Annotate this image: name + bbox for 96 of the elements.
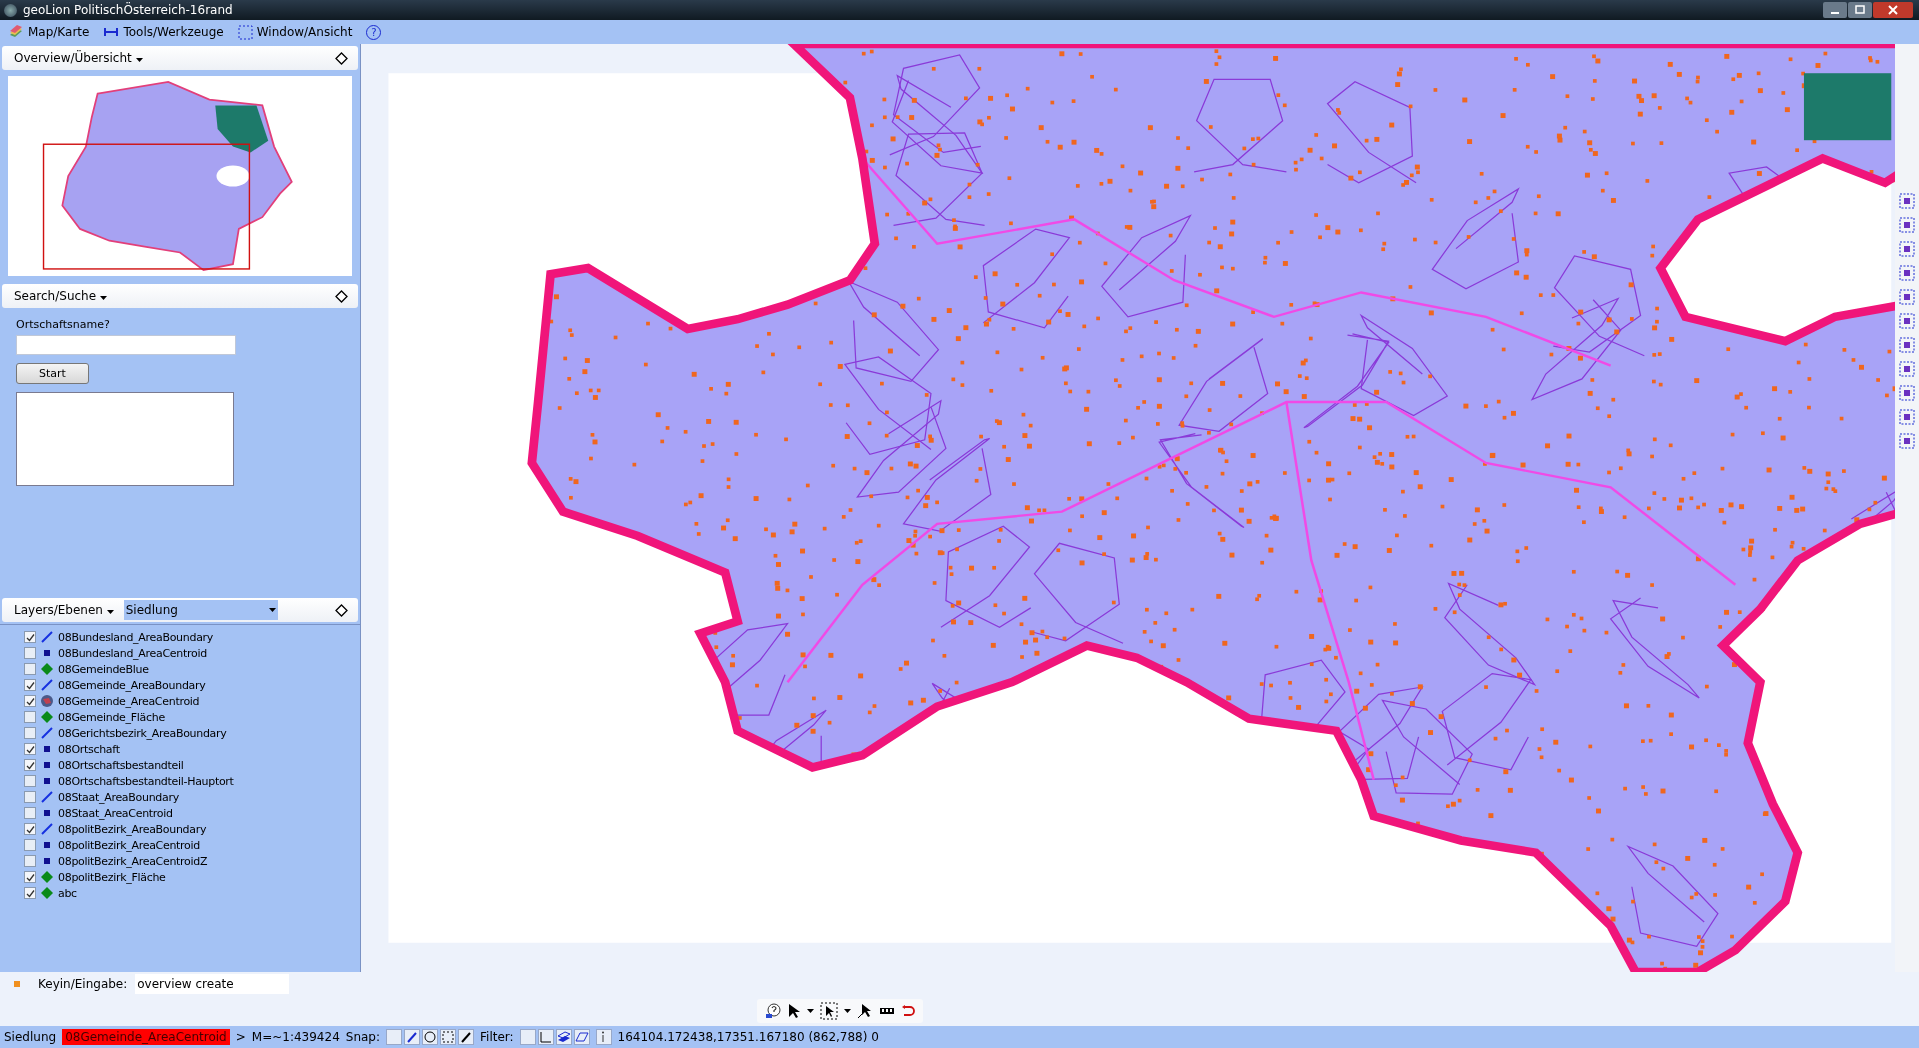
globe-icon (40, 694, 54, 708)
line-icon (40, 726, 54, 740)
pointer-pen-icon[interactable] (856, 1003, 873, 1019)
app-globe-icon (4, 3, 17, 17)
maximize-button[interactable] (1848, 2, 1872, 18)
layer-name[interactable]: abc (58, 886, 77, 900)
diamond-icon (40, 886, 54, 900)
keyin-input[interactable]: overview create (135, 974, 290, 994)
layers-dropdown[interactable]: Layers/Ebenen (14, 603, 114, 617)
layer-name[interactable]: 08politBezirk_AreaCentroid (58, 838, 200, 852)
checkbox[interactable] (24, 887, 36, 899)
coordinates-text: 164104.172438,17351.167180 (862,788) 0 (617, 1030, 879, 1044)
menu-item[interactable]: Tools/Werkzeuge (103, 25, 224, 39)
diamond-icon[interactable] (335, 289, 348, 303)
measure-line-icon (103, 27, 120, 37)
checkbox[interactable] (24, 791, 36, 803)
square-icon (14, 981, 20, 987)
field-label: Ortschaftsname? (16, 318, 110, 331)
layer-label: Siedlung (4, 1030, 57, 1044)
info-icon[interactable] (595, 1029, 612, 1045)
diamond-icon (40, 870, 54, 884)
stacked-layers-icon[interactable] (555, 1029, 572, 1045)
caret-icon[interactable] (806, 1009, 814, 1013)
diamond-icon[interactable] (335, 603, 348, 617)
layer-name[interactable]: 08Ortschaftsbestandteil (58, 758, 184, 772)
checkbox[interactable] (24, 631, 36, 643)
layer-name[interactable]: 08Bundesland_AreaCentroid (58, 646, 207, 660)
checkbox[interactable] (24, 871, 36, 883)
caret-icon[interactable] (268, 608, 276, 612)
results-list[interactable] (16, 392, 234, 486)
layer-name[interactable]: 08politBezirk_AreaCentroidZ (58, 854, 208, 868)
checkbox[interactable] (24, 807, 36, 819)
checkbox[interactable] (24, 743, 36, 755)
checkbox[interactable] (24, 711, 36, 723)
diamond-icon (40, 710, 54, 724)
checkbox[interactable] (24, 759, 36, 771)
checkbox[interactable] (24, 663, 36, 675)
layer-name[interactable]: 08Ortschaft (58, 742, 120, 756)
checkbox[interactable] (24, 855, 36, 867)
ruler-icon[interactable] (878, 1007, 895, 1015)
layer-name[interactable]: 08Staat_AreaBoundary (58, 790, 179, 804)
menu-item[interactable]: Window/Ansicht (237, 24, 353, 40)
caret-icon[interactable] (135, 58, 143, 62)
layer-name[interactable]: 08Gemeinde_AreaCentroid (58, 694, 200, 708)
expand-icon[interactable] (440, 1029, 456, 1045)
caret-icon[interactable] (843, 1009, 851, 1013)
filter-label: Filter: (480, 1030, 514, 1044)
layer-name[interactable]: 08Bundesland_AreaBoundary (58, 630, 213, 644)
layer-name[interactable]: 08Gemeinde_Fläche (58, 710, 165, 724)
minimize-button[interactable] (1823, 2, 1847, 18)
checkbox[interactable] (24, 695, 36, 707)
angle-icon[interactable] (537, 1029, 554, 1045)
layer-name[interactable]: 08Gemeinde_AreaBoundary (58, 678, 206, 692)
scale-text: M=~1:439424 (251, 1030, 340, 1044)
selected-layer: 08Gemeinde_AreaCentroid (62, 1029, 230, 1045)
layer-select[interactable]: Siedlung (123, 600, 278, 620)
snap-label: Snap: (345, 1030, 380, 1044)
layer-name[interactable]: 08GemeindeBlue (58, 662, 149, 676)
pointer-icon[interactable] (786, 1003, 801, 1019)
diamond-icon[interactable] (335, 51, 348, 65)
layer-name[interactable]: 08Gerichtsbezirk_AreaBoundary (58, 726, 227, 740)
checkbox[interactable] (24, 775, 36, 787)
keyin-label: Keyin/Eingabe: (38, 977, 128, 991)
checkbox[interactable] (24, 647, 36, 659)
stacked-layers-icon (8, 25, 24, 39)
caret-icon[interactable] (106, 610, 114, 614)
line-icon (40, 822, 54, 836)
help-icon[interactable] (764, 1003, 781, 1019)
menu-item[interactable]: Map/Karte (8, 25, 90, 39)
line-icon (40, 630, 54, 644)
parallelogram-icon[interactable] (573, 1029, 590, 1045)
layer-name[interactable]: 08Ortschaftsbestandteil-Hauptort (58, 774, 234, 788)
pen-icon[interactable] (458, 1029, 474, 1045)
line-icon (40, 790, 54, 804)
line-icon (40, 678, 54, 692)
layer-name[interactable]: 08Staat_AreaCentroid (58, 806, 173, 820)
close-button[interactable] (1873, 2, 1913, 18)
caret-icon[interactable] (99, 296, 107, 300)
checkbox[interactable] (24, 839, 36, 851)
checkbox[interactable] (24, 679, 36, 691)
overview-dropdown[interactable]: Overview/Übersicht (14, 51, 143, 65)
checkbox[interactable] (24, 727, 36, 739)
diamond-icon (40, 662, 54, 676)
start-button[interactable]: Start (16, 363, 89, 384)
separator-text: > (235, 1030, 246, 1044)
select-box-icon[interactable] (819, 1002, 838, 1020)
checkbox[interactable] (24, 823, 36, 835)
search-input[interactable] (16, 335, 236, 355)
pen-icon[interactable] (404, 1029, 420, 1045)
search-dropdown[interactable]: Search/Suche (14, 289, 107, 303)
window-title: geoLion PolitischÖsterreich-16rand (23, 3, 234, 17)
layer-name[interactable]: 08politBezirk_Fläche (58, 870, 166, 884)
undo-icon[interactable] (900, 1004, 915, 1018)
layer-name[interactable]: 08politBezirk_AreaBoundary (58, 822, 207, 836)
dashed-frame-icon (237, 24, 253, 40)
circle-icon[interactable] (422, 1029, 438, 1045)
